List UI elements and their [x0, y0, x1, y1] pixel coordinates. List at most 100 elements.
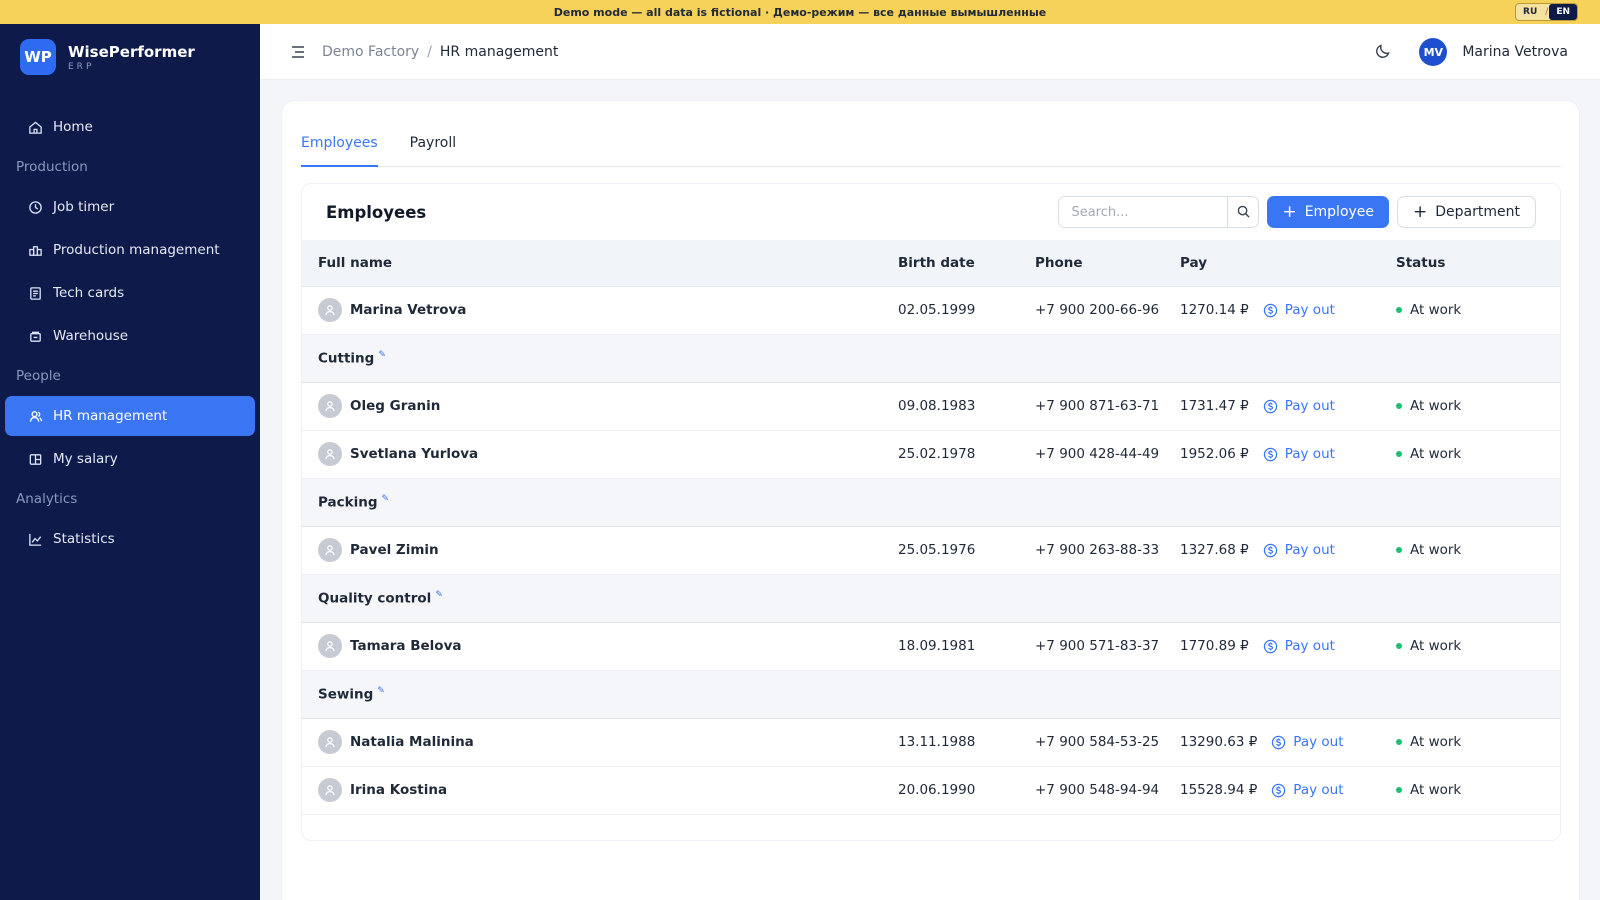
brand-logo: WP	[20, 39, 56, 75]
employee-row[interactable]: Oleg Granin 09.08.1983 +7 900 871-63-71 173…	[302, 382, 1560, 431]
sidebar-item-warehouse[interactable]: Warehouse	[5, 316, 255, 356]
sidebar-item-label: Statistics	[53, 531, 115, 547]
edit-department-icon[interactable]: ✎	[435, 590, 443, 600]
pay-out-label: Pay out	[1284, 446, 1335, 462]
lang-ru-button[interactable]: RU	[1516, 4, 1544, 20]
coin-icon	[1272, 783, 1286, 797]
lang-en-button[interactable]: EN	[1549, 4, 1577, 20]
tab-payroll[interactable]: Payroll	[410, 129, 456, 167]
search-box	[1058, 196, 1260, 228]
user-avatar-icon	[318, 634, 342, 658]
employee-name[interactable]: Oleg Granin	[350, 398, 440, 414]
tab-employees[interactable]: Employees	[301, 129, 378, 167]
pay-out-button[interactable]: Pay out	[1263, 446, 1335, 462]
sidebar-item-hr-management[interactable]: HR management	[5, 396, 255, 436]
employee-name[interactable]: Pavel Zimin	[350, 542, 439, 558]
employee-name[interactable]: Svetlana Yurlova	[350, 446, 478, 462]
factory-icon	[27, 242, 43, 258]
employees-table: Full name Birth date Phone Pay Status Ma…	[302, 240, 1560, 815]
search-button[interactable]	[1227, 197, 1258, 227]
pay-amount: 13290.63 ₽	[1180, 734, 1258, 750]
pay-amount: 1731.47 ₽	[1180, 398, 1249, 414]
status-text: At work	[1410, 302, 1462, 318]
breadcrumb: Demo Factory / HR management	[322, 44, 558, 60]
pay-out-button[interactable]: Pay out	[1263, 542, 1335, 558]
column-header-phone[interactable]: Phone	[1035, 240, 1180, 287]
pay-out-button[interactable]: Pay out	[1271, 782, 1344, 798]
search-input[interactable]	[1059, 197, 1228, 227]
breadcrumb-root[interactable]: Demo Factory	[322, 44, 419, 60]
department-name: Cutting	[318, 350, 375, 367]
column-header-status[interactable]: Status	[1396, 240, 1560, 287]
status-badge: At work	[1396, 446, 1560, 462]
employee-name[interactable]: Natalia Malinina	[350, 734, 474, 750]
phone-number: +7 900 584-53-25	[1035, 718, 1180, 767]
birth-date: 02.05.1999	[898, 286, 1035, 335]
breadcrumb-current: HR management	[439, 43, 559, 60]
table-header-row: Full name Birth date Phone Pay Status	[302, 240, 1560, 287]
pay-amount: 1270.14 ₽	[1180, 302, 1249, 318]
department-group-row: Cutting ✎	[302, 334, 1560, 383]
employee-name[interactable]: Tamara Belova	[350, 638, 461, 654]
status-dot	[1396, 787, 1402, 793]
pay-out-button[interactable]: Pay out	[1271, 734, 1344, 750]
phone-number: +7 900 263-88-33	[1035, 526, 1180, 575]
sidebar-item-home[interactable]: Home	[5, 107, 255, 147]
coin-icon	[1263, 399, 1277, 413]
status-dot	[1396, 547, 1402, 553]
sidebar-section-analytics: Analytics	[16, 491, 78, 507]
employee-row[interactable]: Tamara Belova 18.09.1981 +7 900 571-83-37 1…	[302, 622, 1560, 671]
employee-name[interactable]: Irina Kostina	[350, 782, 447, 798]
sidebar-item-my-salary[interactable]: My salary	[5, 439, 255, 479]
content-card: Employees Payroll Employees + Employee	[281, 100, 1580, 900]
sidebar-item-tech-cards[interactable]: Tech cards	[5, 273, 255, 313]
plus-icon: +	[1282, 201, 1297, 222]
pay-out-button[interactable]: Pay out	[1263, 302, 1335, 318]
pay-amount: 1327.68 ₽	[1180, 542, 1249, 558]
employee-row[interactable]: Marina Vetrova 02.05.1999 +7 900 200-66-96…	[302, 286, 1560, 335]
timer-icon	[27, 199, 43, 215]
plus-icon: +	[1413, 201, 1428, 222]
employee-name[interactable]: Marina Vetrova	[350, 302, 466, 318]
phone-number: +7 900 871-63-71	[1035, 382, 1180, 431]
sidebar-item-production-management[interactable]: Production management	[5, 230, 255, 270]
add-department-button[interactable]: + Department	[1397, 196, 1536, 228]
column-header-birth-date[interactable]: Birth date	[898, 240, 1035, 287]
employee-row[interactable]: Pavel Zimin 25.05.1976 +7 900 263-88-33 132…	[302, 526, 1560, 575]
edit-department-icon[interactable]: ✎	[377, 686, 385, 696]
pay-out-label: Pay out	[1284, 302, 1335, 318]
birth-date: 25.02.1978	[898, 430, 1035, 479]
brand[interactable]: WP WisePerformer ERP	[0, 24, 260, 90]
user-avatar[interactable]: MV	[1419, 38, 1448, 66]
search-icon	[1237, 203, 1250, 222]
coin-icon	[1263, 303, 1277, 317]
user-avatar-icon	[318, 538, 342, 562]
status-dot	[1396, 403, 1402, 409]
edit-department-icon[interactable]: ✎	[378, 350, 386, 360]
pay-out-button[interactable]: Pay out	[1263, 398, 1335, 414]
column-header-pay[interactable]: Pay	[1180, 240, 1396, 287]
menu-toggle-icon[interactable]	[290, 44, 306, 60]
warehouse-icon	[27, 328, 43, 344]
employee-row[interactable]: Irina Kostina 20.06.1990 +7 900 548-94-94 1…	[302, 766, 1560, 815]
coin-icon	[1272, 735, 1286, 749]
employee-row[interactable]: Natalia Malinina 13.11.1988 +7 900 584-53-…	[302, 718, 1560, 767]
sidebar-item-statistics[interactable]: Statistics	[5, 519, 255, 559]
pay-out-button[interactable]: Pay out	[1263, 638, 1335, 654]
sidebar-item-job-timer[interactable]: Job timer	[5, 187, 255, 227]
sidebar-item-label: My salary	[53, 451, 118, 467]
user-name[interactable]: Marina Vetrova	[1462, 44, 1568, 60]
employee-row[interactable]: Svetlana Yurlova 25.02.1978 +7 900 428-44-…	[302, 430, 1560, 479]
column-header-full-name[interactable]: Full name	[302, 240, 898, 287]
theme-toggle-moon-icon[interactable]	[1375, 43, 1393, 61]
pay-out-label: Pay out	[1284, 542, 1335, 558]
sidebar-item-label: Job timer	[53, 199, 115, 215]
user-avatar-icon	[318, 394, 342, 418]
pay-out-label: Pay out	[1284, 398, 1335, 414]
edit-department-icon[interactable]: ✎	[382, 494, 390, 504]
pay-out-label: Pay out	[1284, 638, 1335, 654]
status-text: At work	[1410, 542, 1462, 558]
wallet-icon	[27, 451, 43, 467]
document-icon	[27, 285, 43, 301]
add-employee-button[interactable]: + Employee	[1267, 196, 1390, 228]
